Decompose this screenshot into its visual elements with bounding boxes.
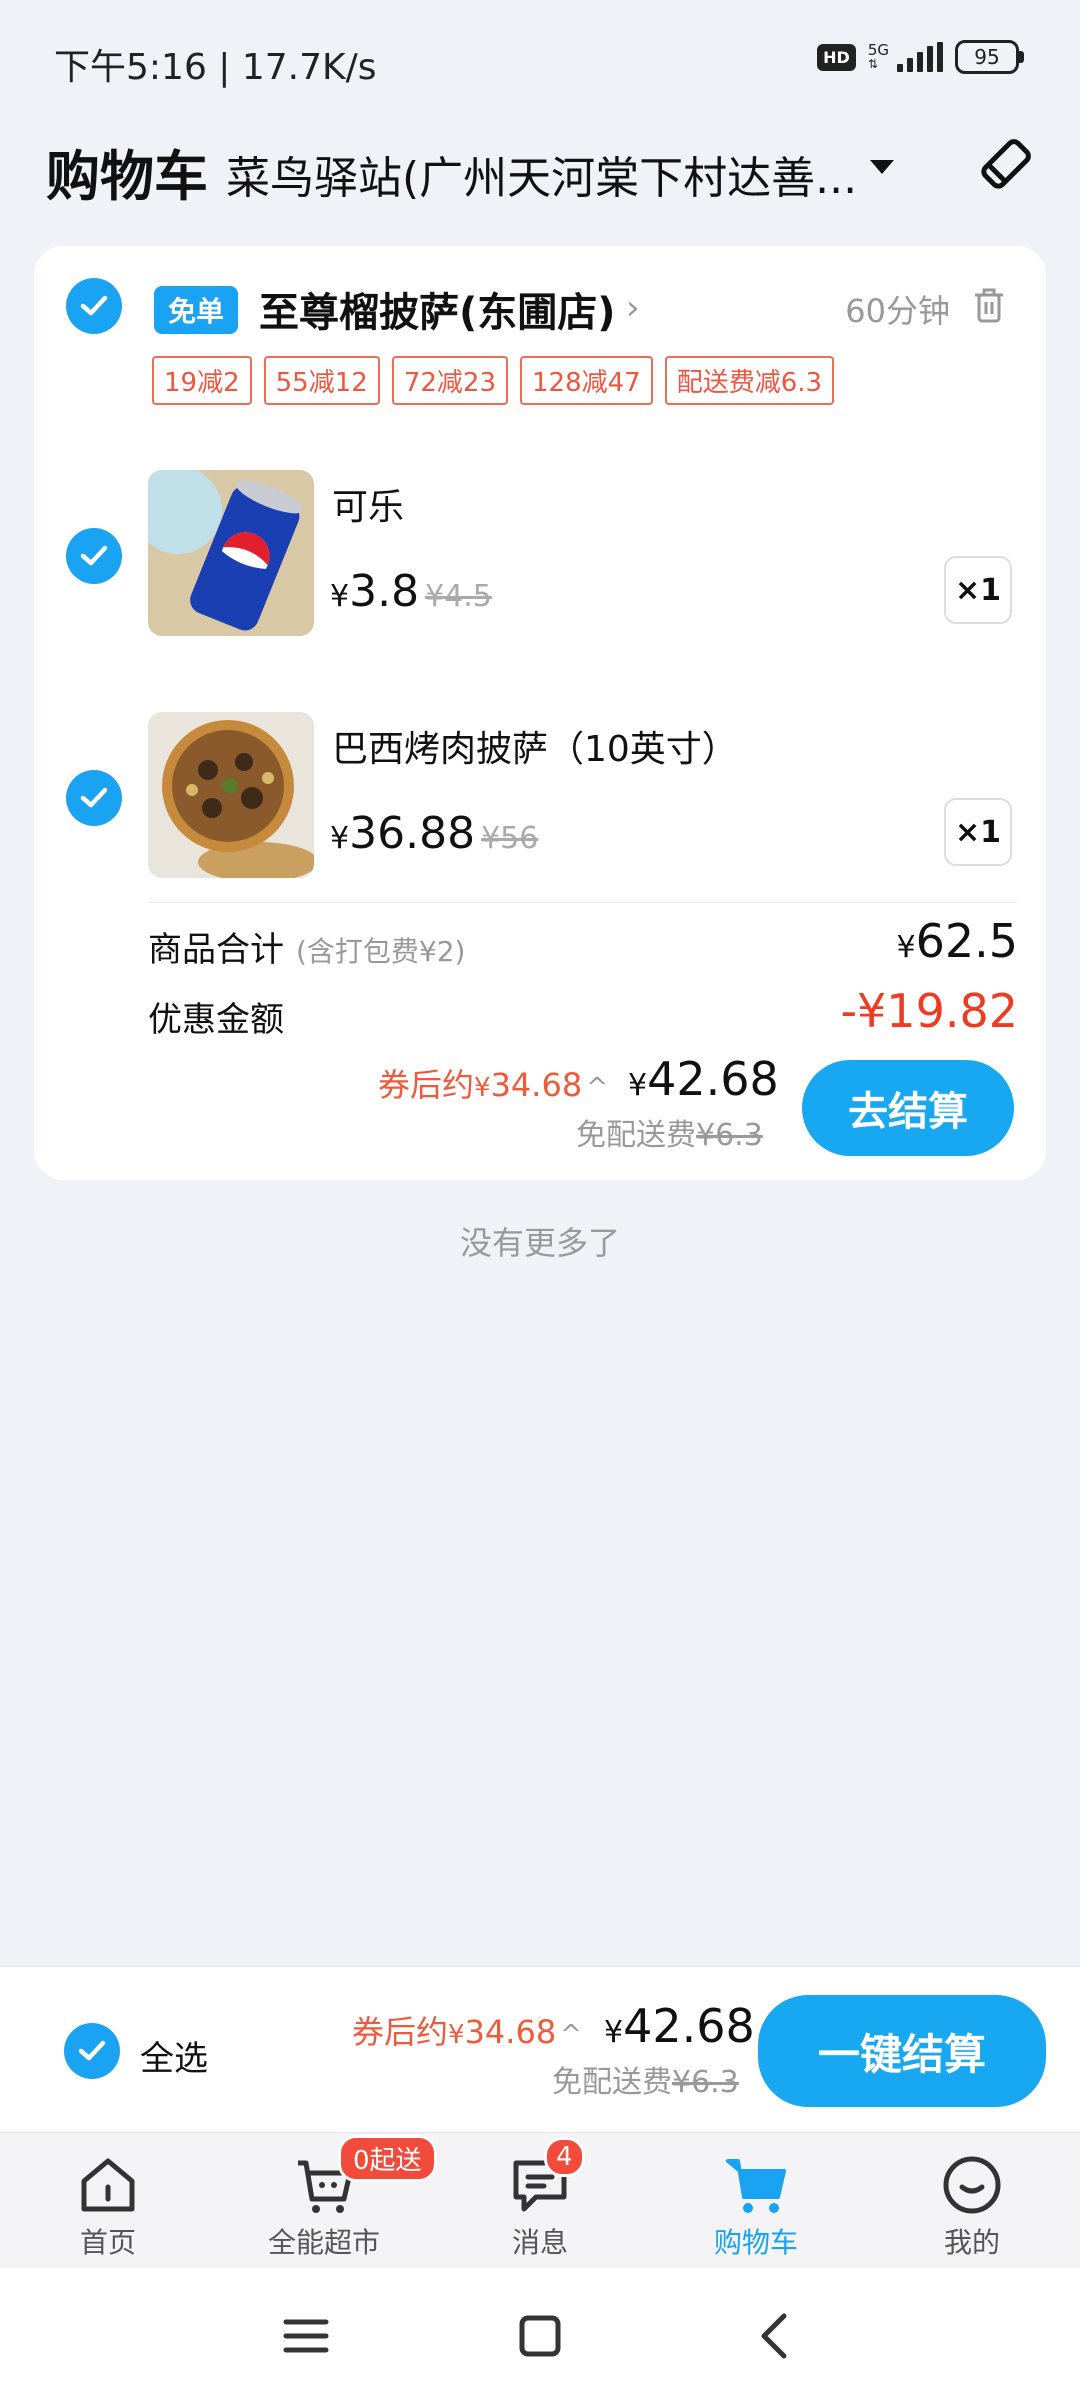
- home-icon: [81, 2158, 135, 2212]
- profile-icon: [943, 2156, 1001, 2214]
- item-checkbox[interactable]: [66, 770, 122, 826]
- cart-item: 可乐 ¥3.8 ¥4.5 ×1: [34, 446, 1046, 646]
- promo-tags: 19减2 55减12 72减23 128减47 配送费减6.3: [152, 356, 835, 405]
- one-click-checkout-button[interactable]: 一键结算: [758, 1995, 1046, 2107]
- chevron-up-icon: ^: [586, 1073, 608, 1103]
- tab-home[interactable]: 首页: [0, 2133, 216, 2269]
- pepsi-can-image[interactable]: [148, 470, 314, 636]
- subtotal-value: ¥62.5: [896, 914, 1018, 968]
- free-delivery-note: 免配送费¥6.3: [576, 1118, 763, 1153]
- tab-supermarket[interactable]: 全能超市 0起送: [216, 2133, 437, 2269]
- promo-tag: 128减47: [519, 356, 653, 405]
- coupon-estimate[interactable]: 券后约¥34.68 ^: [378, 1060, 608, 1106]
- supermarket-badge: 0起送: [338, 2135, 437, 2182]
- status-time: 下午5:16 | 17.7K/s: [54, 47, 377, 88]
- quantity-button[interactable]: ×1: [944, 798, 1012, 866]
- promo-tag: 19减2: [152, 356, 252, 405]
- divider: [148, 902, 1018, 903]
- pizza-image[interactable]: [148, 712, 314, 878]
- delivery-eta: 60分钟: [845, 292, 950, 330]
- store-checkbox[interactable]: [66, 278, 122, 334]
- system-nav-bar: [0, 2268, 1080, 2400]
- hd-icon: HD: [817, 43, 856, 71]
- chevron-up-icon: ^: [560, 2020, 582, 2050]
- bottom-checkout-bar: 全选 券后约¥34.68 ^ ¥42.68 免配送费¥6.3 一键结算: [0, 1966, 1080, 2132]
- subtotal-row: 商品合计 (含打包费¥2) ¥62.5: [148, 914, 1018, 982]
- tab-profile[interactable]: 我的: [864, 2133, 1080, 2269]
- item-name[interactable]: 可乐: [332, 478, 404, 530]
- item-checkbox[interactable]: [66, 528, 122, 584]
- store-header: 免单 至尊榴披萨(东圃店) › 60分钟: [34, 246, 1046, 366]
- promo-tag: 配送费减6.3: [664, 356, 835, 405]
- tab-bar: 首页 全能超市 0起送 消息 4 购物车 我的: [0, 2132, 1080, 2268]
- home-nav-icon[interactable]: [510, 2308, 570, 2364]
- discount-value: -¥19.82: [840, 984, 1018, 1038]
- status-icons: HD 5G ⇅ 95: [817, 40, 1024, 74]
- message-count-badge: 4: [544, 2137, 585, 2177]
- cart-header: 购物车 菜鸟驿站(广州天河棠下村达善...: [0, 120, 1080, 240]
- delivery-address[interactable]: 菜鸟驿站(广州天河棠下村达善...: [226, 142, 866, 206]
- promo-tag: 72减23: [391, 356, 508, 405]
- free-delivery-note: 免配送费¥6.3: [552, 2065, 739, 2100]
- status-bar: 下午5:16 | 17.7K/s HD 5G ⇅ 95: [0, 0, 1080, 120]
- free-order-badge: 免单: [154, 286, 239, 334]
- item-name[interactable]: 巴西烤肉披萨（10英寸）: [332, 720, 738, 772]
- select-all-label[interactable]: 全选: [140, 2031, 208, 2080]
- chevron-down-icon[interactable]: [870, 160, 894, 174]
- tab-cart[interactable]: 购物车: [648, 2133, 864, 2269]
- subtotal-label: 商品合计: [148, 930, 284, 970]
- quantity-button[interactable]: ×1: [944, 556, 1012, 624]
- page-title: 购物车: [46, 145, 208, 208]
- cart-item: 巴西烤肉披萨（10英寸） ¥36.88 ¥56 ×1: [34, 688, 1046, 888]
- packing-fee-note: (含打包费¥2): [296, 935, 466, 968]
- trash-icon[interactable]: [972, 288, 1006, 324]
- network-type: 5G ⇅: [867, 41, 889, 72]
- grand-total: ¥42.68: [604, 1999, 755, 2053]
- no-more-text: 没有更多了: [459, 1224, 620, 1262]
- checkout-button[interactable]: 去结算: [802, 1060, 1014, 1156]
- store-cart-card: 免单 至尊榴披萨(东圃店) › 60分钟 19减2 55减12 72减23 12…: [34, 246, 1046, 1180]
- battery-icon: 95: [955, 40, 1024, 74]
- chevron-right-icon[interactable]: ›: [626, 288, 640, 328]
- store-total: ¥42.68: [628, 1052, 779, 1106]
- select-all-checkbox[interactable]: [64, 2023, 120, 2079]
- tab-messages[interactable]: 消息 4: [432, 2133, 648, 2269]
- discount-row: 优惠金额 -¥19.82: [148, 984, 1018, 1052]
- back-icon[interactable]: [744, 2308, 804, 2364]
- store-name[interactable]: 至尊榴披萨(东圃店): [259, 280, 616, 338]
- cart-icon: [726, 2159, 786, 2213]
- edit-icon[interactable]: [974, 136, 1034, 196]
- menu-icon[interactable]: [276, 2308, 336, 2364]
- discount-label: 优惠金额: [148, 1000, 284, 1040]
- promo-tag: 55减12: [263, 356, 380, 405]
- signal-icon: [897, 42, 943, 72]
- item-original-price: ¥4.5: [425, 579, 492, 614]
- item-price: ¥36.88 ¥56: [330, 808, 539, 859]
- item-original-price: ¥56: [481, 821, 539, 856]
- coupon-estimate[interactable]: 券后约¥34.68 ^: [352, 2007, 582, 2053]
- item-price: ¥3.8 ¥4.5: [330, 566, 492, 617]
